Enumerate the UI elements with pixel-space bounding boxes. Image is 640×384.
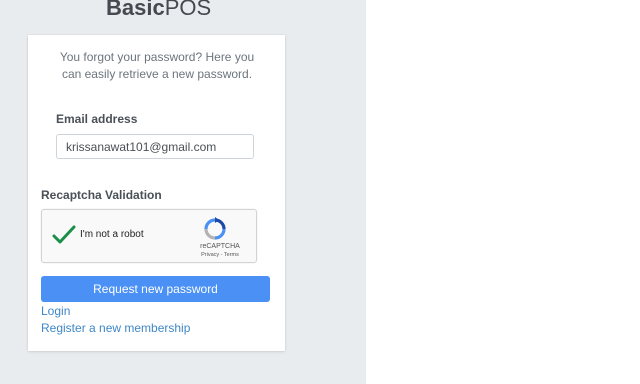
register-membership-link[interactable]: Register a new membership [41,321,190,335]
app-logo: BasicPOS [106,0,211,22]
email-label: Email address [56,112,138,126]
recaptcha-brand-text: reCAPTCHA [200,243,240,250]
recaptcha-label: Recaptcha Validation [41,188,162,202]
logo-light-text: POS [164,0,212,20]
logo-bold-text: Basic [106,0,165,20]
forgot-password-card: You forgot your password? Here you can e… [28,35,285,351]
email-field[interactable] [56,134,254,159]
recaptcha-logo-icon [204,217,226,240]
recaptcha-widget[interactable]: I'm not a robot reCAPTCHA Privacy - Term… [41,209,257,263]
instruction-line-1: You forgot your password? Here you [59,50,255,64]
instruction-message: You forgot your password? Here you can e… [52,49,262,83]
request-new-password-button[interactable]: Request new password [41,276,270,302]
login-link[interactable]: Login [41,304,70,318]
right-panel [366,0,640,384]
recaptcha-terms-link[interactable]: Privacy - Terms [192,251,248,259]
recaptcha-checkbox-label: I'm not a robot [80,229,144,240]
checkmark-icon[interactable] [52,224,76,246]
instruction-line-2: can easily retrieve a new password. [61,67,253,81]
page: BasicPOS You forgot your password? Here … [0,0,640,384]
left-panel: BasicPOS You forgot your password? Here … [0,0,366,384]
